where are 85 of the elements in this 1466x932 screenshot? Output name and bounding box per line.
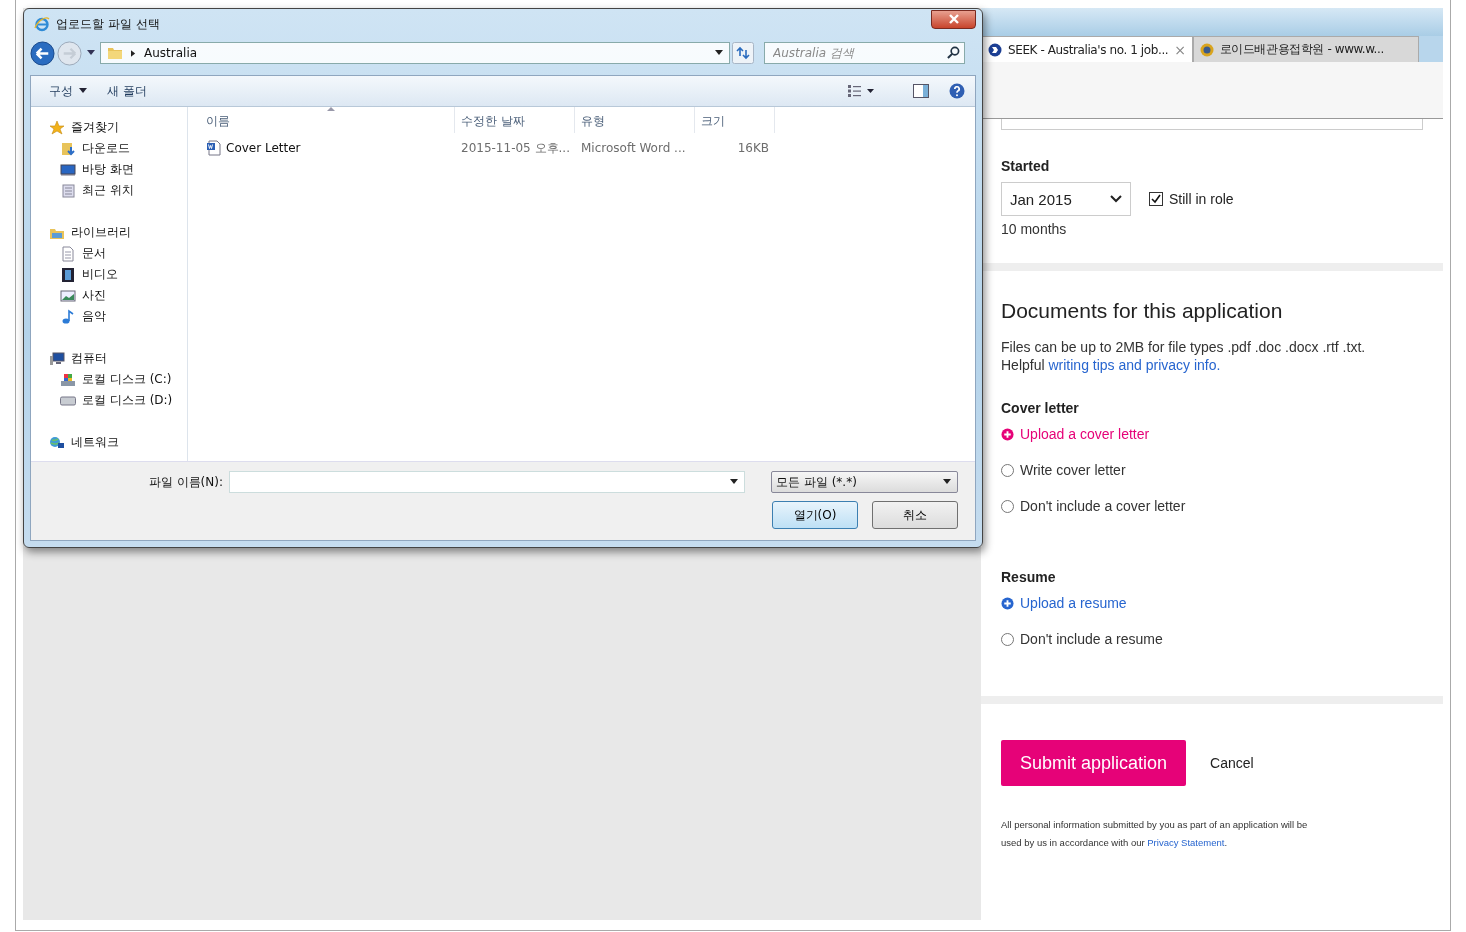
dropdown-caret-icon — [943, 479, 951, 485]
dropdown-caret-icon — [730, 479, 738, 485]
nav-item[interactable]: 비디오 — [60, 264, 118, 285]
size-cell-text: 16KB — [736, 141, 770, 155]
site-icon — [1199, 42, 1214, 57]
browser-tab[interactable]: 로이드배관용접학원 - www.w... — [1192, 36, 1419, 62]
search-icon — [947, 46, 960, 59]
section-label: Cover letter — [1001, 400, 1080, 416]
field-label: Started — [1001, 158, 1051, 174]
close-button[interactable] — [931, 9, 976, 29]
still-in-role-checkbox[interactable]: Still in role — [1149, 191, 1234, 207]
cancel-link[interactable]: Cancel — [1210, 755, 1254, 771]
submit-button[interactable]: Submit application — [1001, 740, 1187, 786]
nav-item[interactable]: 최근 위치 — [60, 180, 134, 201]
system-drive-icon — [60, 371, 76, 388]
help-icon[interactable] — [949, 83, 965, 99]
nav-item[interactable]: 사진 — [60, 285, 106, 306]
column-header[interactable]: 이름 — [200, 107, 455, 133]
column-header[interactable]: 수정한 날짜 — [455, 107, 575, 133]
option-label: Write cover letter — [1020, 462, 1126, 478]
word-document-icon — [206, 140, 222, 156]
section-label: Resume — [1001, 569, 1057, 585]
helpful-text: Helpful writing tips and privacy info. — [1001, 356, 1222, 374]
option-label: Don't include a cover letter — [1020, 498, 1186, 514]
nav-item[interactable]: 즐겨찾기 — [49, 117, 119, 138]
nav-item[interactable]: 바탕 화면 — [60, 159, 134, 180]
file-type-select[interactable]: 모든 파일 (*.*) — [771, 471, 958, 493]
chevron-down-icon — [1110, 195, 1122, 203]
new-folder-button[interactable]: 새 폴더 — [101, 80, 153, 102]
sort-arrow-icon — [327, 107, 335, 111]
upload-link[interactable]: Upload a cover letter — [1020, 426, 1150, 442]
dialog-title: 업로드할 파일 선택 — [56, 15, 160, 33]
preview-pane-icon[interactable] — [913, 83, 929, 99]
month-select[interactable]: Jan 2015 — [1001, 182, 1131, 216]
organize-menu[interactable]: 구성 — [43, 80, 93, 102]
option-label: Don't include a resume — [1020, 631, 1163, 647]
nav-item[interactable]: 네트워크 — [49, 432, 119, 453]
address-bar[interactable]: Australia — [100, 42, 730, 64]
close-icon — [947, 14, 960, 24]
type-cell-text: Microsoft Word ... — [580, 141, 687, 155]
writing-tips-link[interactable]: writing tips and privacy info. — [1048, 357, 1221, 373]
caret-icon — [79, 88, 87, 94]
text-field[interactable] — [1001, 119, 1423, 130]
cancel-button[interactable]: 취소 — [872, 501, 958, 529]
star-icon — [49, 119, 65, 136]
privacy-note: All personal information submitted by you as part of an application will be used by us in accordance with our Privacy Statement. — [1001, 818, 1309, 850]
site-icon — [988, 42, 1002, 57]
upload-link[interactable]: Upload a resume — [1020, 595, 1127, 611]
tab-close-button[interactable]: × — [1174, 41, 1186, 58]
browser-tab[interactable]: SEEK - Australia's no. 1 job... × — [981, 36, 1193, 62]
file-types-text: Files can be up to 2MB for file types .pdf .doc .docx .rtf .txt. — [1001, 338, 1367, 356]
radio-button[interactable] — [1001, 632, 1014, 646]
back-button[interactable] — [30, 40, 55, 66]
radio-button[interactable] — [1001, 499, 1014, 513]
browser-icon — [34, 16, 50, 32]
history-caret-icon[interactable] — [87, 50, 95, 56]
radio-button[interactable] — [1001, 463, 1014, 477]
nav-item[interactable]: 로컬 디스크 (D:) — [60, 390, 173, 411]
picture-icon — [60, 287, 76, 304]
duration-text: 10 months — [1001, 221, 1068, 237]
refresh-button[interactable] — [732, 42, 754, 64]
open-button[interactable]: 열기(O) — [772, 501, 858, 529]
file-name-field[interactable] — [229, 471, 745, 493]
download-icon — [60, 140, 76, 157]
nav-item[interactable]: 라이브러리 — [49, 222, 131, 243]
desktop-icon — [60, 161, 76, 178]
nav-item[interactable]: 문서 — [60, 243, 106, 264]
video-icon — [60, 266, 76, 283]
file-name-label: 파일 이름(N): — [148, 473, 223, 491]
section-heading: Documents for this application — [1001, 299, 1284, 323]
music-icon — [60, 308, 76, 325]
recent-icon — [60, 182, 76, 199]
column-header[interactable]: 크기 — [695, 107, 775, 133]
computer-icon — [49, 350, 65, 367]
nav-item[interactable]: 다운로드 — [60, 138, 130, 159]
nav-item[interactable]: 음악 — [60, 306, 106, 327]
file-name-cell[interactable]: Cover Letter — [200, 140, 455, 156]
checkmark-icon — [1150, 193, 1162, 205]
date-cell-text: 2015-11-05 오후... — [460, 139, 571, 157]
nav-item[interactable]: 로컬 디스크 (C:) — [60, 369, 172, 390]
column-header[interactable]: 유형 — [575, 107, 695, 133]
nav-item[interactable]: 컴퓨터 — [49, 348, 107, 369]
network-icon — [49, 434, 65, 451]
document-icon — [60, 245, 76, 262]
search-field[interactable]: Australia 검색 — [764, 42, 965, 64]
